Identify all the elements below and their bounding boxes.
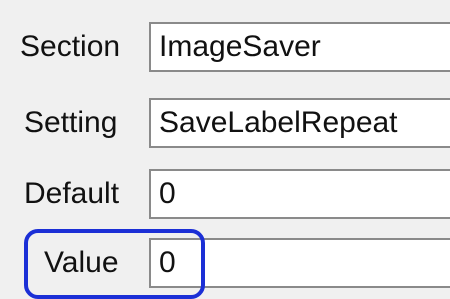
setting-field[interactable]: [149, 98, 450, 148]
default-row: Default: [0, 165, 450, 225]
default-label: Default: [24, 177, 120, 210]
section-row: Section: [0, 18, 450, 78]
setting-row: Setting: [0, 94, 450, 154]
setting-label: Setting: [24, 106, 118, 139]
section-label: Section: [20, 30, 121, 63]
settings-form: Section Setting Default Value: [0, 0, 450, 294]
section-field[interactable]: [149, 22, 450, 72]
value-field[interactable]: [149, 238, 450, 288]
default-field[interactable]: [149, 169, 450, 219]
value-row: Value: [0, 232, 450, 292]
value-label: Value: [44, 246, 119, 279]
